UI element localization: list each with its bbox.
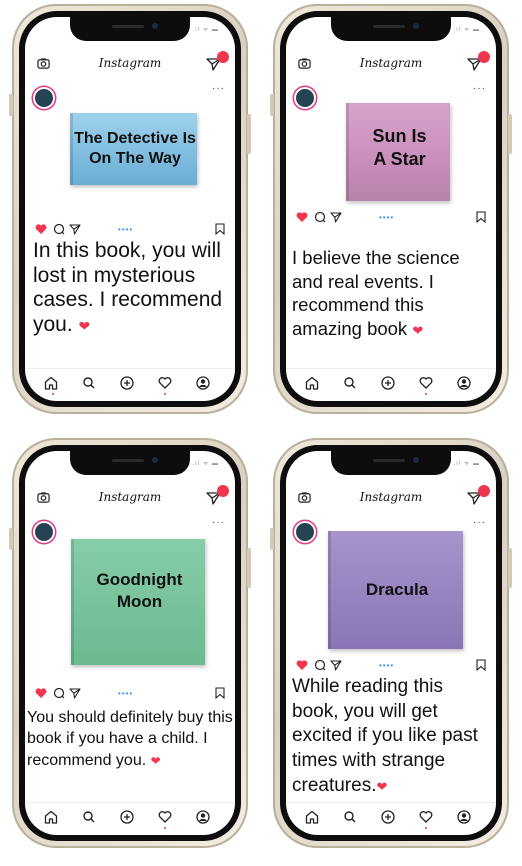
share-icon[interactable] xyxy=(330,659,342,671)
book-cover: Goodnight Moon xyxy=(71,539,205,665)
app-logo: Instagram xyxy=(359,490,423,504)
status-icons: .ıl ᯤ ▬ xyxy=(453,461,480,467)
top-bar: Instagram xyxy=(25,51,235,77)
app-logo: Instagram xyxy=(98,56,162,70)
notification-badge xyxy=(478,485,490,497)
post-caption: While reading this book, you will get ex… xyxy=(292,675,494,798)
add-icon[interactable] xyxy=(119,809,135,825)
heart-emoji: ❤ xyxy=(150,753,161,768)
more-icon[interactable]: ··· xyxy=(212,83,225,94)
home-icon[interactable] xyxy=(304,375,320,391)
post-caption: You should definitely buy this book if y… xyxy=(27,707,233,771)
book-cover: The Detective Is On The Way xyxy=(70,113,197,185)
carousel-dots: •••• xyxy=(118,225,134,234)
notch xyxy=(70,17,190,41)
screen-3: .ıl ᯤ ▬ Instagram ··· Goodnight Moon •••… xyxy=(25,451,235,835)
status-icons: .ıl ᯤ ▬ xyxy=(453,27,480,33)
screen-4: .ıl ᯤ ▬ Instagram ··· Dracula •••• While… xyxy=(286,451,496,835)
bottom-nav xyxy=(286,368,496,395)
share-icon[interactable] xyxy=(330,211,342,223)
avatar[interactable] xyxy=(296,89,314,107)
notch xyxy=(331,451,451,475)
more-icon[interactable]: ··· xyxy=(473,83,486,94)
more-icon[interactable]: ··· xyxy=(473,517,486,528)
add-icon[interactable] xyxy=(119,375,135,391)
like-icon[interactable] xyxy=(296,659,308,671)
carousel-dots: •••• xyxy=(379,661,395,670)
save-icon[interactable] xyxy=(215,687,225,699)
heart-emoji: ❤ xyxy=(376,778,388,794)
notification-badge xyxy=(217,51,229,63)
profile-icon[interactable] xyxy=(195,809,211,825)
share-icon[interactable] xyxy=(69,687,81,699)
phone-4: .ıl ᯤ ▬ Instagram ··· Dracula •••• While… xyxy=(270,438,512,848)
bottom-nav xyxy=(25,368,235,395)
post-caption: I believe the science and real events. I… xyxy=(292,246,492,341)
avatar[interactable] xyxy=(35,523,53,541)
avatar[interactable] xyxy=(35,89,53,107)
carousel-dots: •••• xyxy=(118,689,134,698)
app-logo: Instagram xyxy=(98,490,162,504)
like-icon[interactable] xyxy=(35,687,47,699)
activity-icon[interactable] xyxy=(418,375,434,391)
home-icon[interactable] xyxy=(43,375,59,391)
activity-icon[interactable] xyxy=(418,809,434,825)
comment-icon[interactable] xyxy=(314,659,326,671)
phone-3: .ıl ᯤ ▬ Instagram ··· Goodnight Moon •••… xyxy=(9,438,251,848)
book-cover: Sun Is A Star xyxy=(346,103,450,201)
post-actions: •••• xyxy=(25,687,235,705)
comment-icon[interactable] xyxy=(53,223,65,235)
notch xyxy=(70,451,190,475)
more-icon[interactable]: ··· xyxy=(212,517,225,528)
post-actions: •••• xyxy=(286,211,496,229)
avatar[interactable] xyxy=(296,523,314,541)
search-icon[interactable] xyxy=(81,809,97,825)
status-icons: .ıl ᯤ ▬ xyxy=(192,27,219,33)
top-bar: Instagram xyxy=(286,51,496,77)
heart-emoji: ❤ xyxy=(412,323,424,339)
caption-text: You should definitely buy this book if y… xyxy=(27,709,233,769)
phone-2: .ıl ᯤ ▬ Instagram ··· Sun Is A Star ••••… xyxy=(270,4,512,414)
post-caption: In this book, you will lost in mysteriou… xyxy=(33,239,229,337)
screen-1: .ıl ᯤ ▬ Instagram ··· The Detective Is O… xyxy=(25,17,235,401)
book-cover: Dracula xyxy=(328,531,463,649)
carousel-dots: •••• xyxy=(379,213,395,222)
add-icon[interactable] xyxy=(380,809,396,825)
save-icon[interactable] xyxy=(476,659,486,671)
save-icon[interactable] xyxy=(215,223,225,235)
profile-icon[interactable] xyxy=(456,375,472,391)
home-icon[interactable] xyxy=(304,809,320,825)
top-bar: Instagram xyxy=(25,485,235,511)
screen-2: .ıl ᯤ ▬ Instagram ··· Sun Is A Star ••••… xyxy=(286,17,496,401)
status-icons: .ıl ᯤ ▬ xyxy=(192,461,219,467)
share-icon[interactable] xyxy=(69,223,81,235)
app-logo: Instagram xyxy=(359,56,423,70)
bottom-nav xyxy=(25,802,235,829)
notification-badge xyxy=(217,485,229,497)
activity-icon[interactable] xyxy=(157,375,173,391)
caption-text: I believe the science and real events. I… xyxy=(292,247,460,340)
notification-badge xyxy=(478,51,490,63)
bottom-nav xyxy=(286,802,496,829)
search-icon[interactable] xyxy=(81,375,97,391)
search-icon[interactable] xyxy=(342,809,358,825)
activity-icon[interactable] xyxy=(157,809,173,825)
profile-icon[interactable] xyxy=(456,809,472,825)
comment-icon[interactable] xyxy=(53,687,65,699)
caption-text: In this book, you will lost in mysteriou… xyxy=(33,239,223,336)
save-icon[interactable] xyxy=(476,211,486,223)
profile-icon[interactable] xyxy=(195,375,211,391)
like-icon[interactable] xyxy=(296,211,308,223)
notch xyxy=(331,17,451,41)
search-icon[interactable] xyxy=(342,375,358,391)
like-icon[interactable] xyxy=(35,223,47,235)
phone-1: .ıl ᯤ ▬ Instagram ··· The Detective Is O… xyxy=(9,4,251,414)
heart-emoji: ❤ xyxy=(78,317,91,334)
home-icon[interactable] xyxy=(43,809,59,825)
post-header: ··· xyxy=(25,83,235,109)
top-bar: Instagram xyxy=(286,485,496,511)
add-icon[interactable] xyxy=(380,375,396,391)
comment-icon[interactable] xyxy=(314,211,326,223)
